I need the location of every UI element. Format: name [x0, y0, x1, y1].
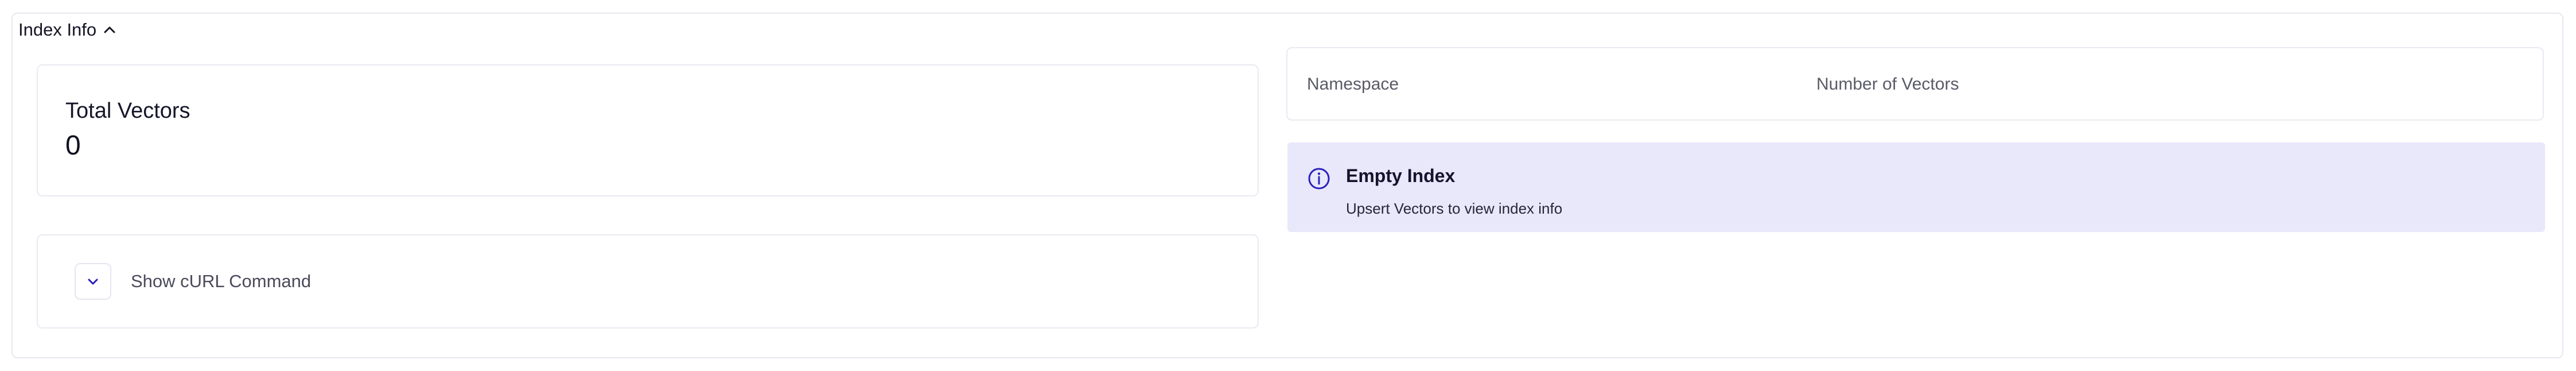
empty-index-alert: Empty Index Upsert Vectors to view index…	[1287, 142, 2545, 232]
alert-message: Upsert Vectors to view index info	[1346, 200, 1563, 217]
curl-command-card: Show cURL Command	[37, 234, 1259, 329]
show-curl-command-label[interactable]: Show cURL Command	[131, 271, 311, 292]
column-header-namespace: Namespace	[1307, 75, 1399, 94]
show-curl-toggle-button[interactable]	[75, 263, 111, 300]
total-vectors-card: Total Vectors 0	[37, 64, 1259, 196]
index-info-toggle[interactable]: Index Info	[18, 20, 117, 40]
alert-title: Empty Index	[1346, 165, 1456, 186]
total-vectors-label: Total Vectors	[65, 99, 190, 123]
index-info-title: Index Info	[18, 20, 97, 40]
info-icon	[1308, 168, 1330, 190]
total-vectors-value: 0	[65, 130, 81, 161]
chevron-up-icon	[102, 22, 117, 37]
chevron-down-icon	[88, 279, 98, 285]
column-header-number-of-vectors: Number of Vectors	[1816, 75, 1959, 94]
namespace-table: Namespace Number of Vectors	[1286, 47, 2544, 121]
